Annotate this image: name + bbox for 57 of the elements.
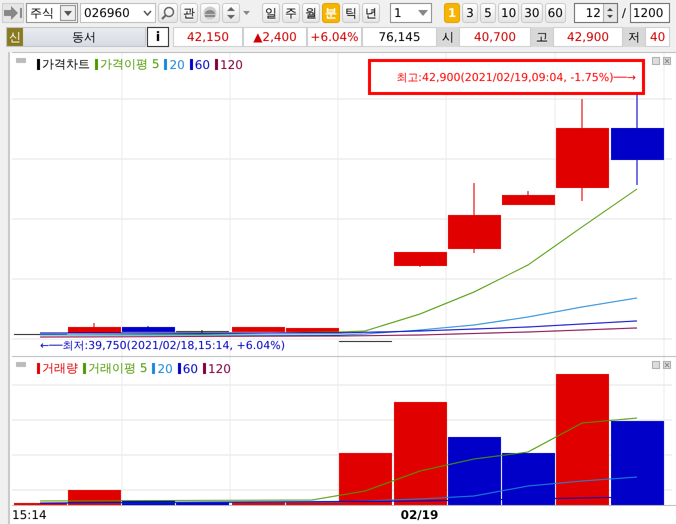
up-down-button[interactable] xyxy=(222,3,240,23)
high-price-annotation: 최고:42,900(2021/02/19,09:04, -1.75%)──→ xyxy=(368,59,645,95)
legend-label: 120 xyxy=(220,58,243,72)
price-change: ▲2,400 xyxy=(243,27,307,47)
dropdown-arrow-icon[interactable] xyxy=(415,10,431,16)
period-tab[interactable]: 주 xyxy=(282,3,300,23)
legend-label: 20 xyxy=(157,362,173,376)
open-label: 시 xyxy=(437,27,459,47)
status-badge: 신 xyxy=(7,28,23,46)
period-tab[interactable]: 틱 xyxy=(342,3,360,23)
low-price-annotation: ←──최저:39,750(2021/02/18,15:14, +6.04%) xyxy=(40,338,285,353)
interval-button[interactable]: 60 xyxy=(544,3,566,23)
interval-button[interactable]: 5 xyxy=(480,3,496,23)
spin-arrows-icon[interactable] xyxy=(602,4,617,22)
count-select[interactable]: 1 xyxy=(390,3,432,23)
dome-icon[interactable] xyxy=(200,3,220,23)
legend-label: 120 xyxy=(208,362,231,376)
legend-label: 20 xyxy=(169,58,185,72)
legend-label: 거래이평 5 xyxy=(88,360,148,377)
search-button[interactable] xyxy=(158,3,178,23)
panel-controls-icon[interactable] xyxy=(652,361,672,369)
axis-label: 02/19 xyxy=(400,508,438,522)
period-tab[interactable]: 월 xyxy=(302,3,320,23)
stock-name: 동서 xyxy=(71,28,97,46)
interval-button[interactable]: 10 xyxy=(498,3,520,23)
legend-label: 가격이평 5 xyxy=(100,56,160,73)
change-rate: +6.04% xyxy=(307,27,362,47)
low-label: 저 xyxy=(623,27,645,47)
legend-label: 거래량 xyxy=(42,360,78,377)
stock-name-field[interactable]: 신 동서 xyxy=(6,27,146,47)
high-label: 고 xyxy=(531,27,553,47)
stock-code-field[interactable]: 026960 xyxy=(80,3,156,23)
period-tab[interactable]: 년 xyxy=(362,3,380,23)
market-select[interactable]: 주식 xyxy=(26,3,78,23)
period-tab[interactable]: 일 xyxy=(262,3,280,23)
up-down-arrows-icon xyxy=(226,6,236,20)
interval-button[interactable]: 30 xyxy=(521,3,543,23)
panel-handle-icon[interactable] xyxy=(16,362,26,367)
low-price: 40 xyxy=(645,27,670,47)
current-price: 42,150 xyxy=(173,27,243,47)
axis-label: 15:14 xyxy=(12,508,47,522)
legend-label: 60 xyxy=(194,58,210,72)
candlestick xyxy=(339,340,392,342)
panel-handle-icon[interactable] xyxy=(16,58,26,63)
zoom-field[interactable]: 12 xyxy=(574,3,618,23)
legend-label: 60 xyxy=(182,362,198,376)
open-price: 40,700 xyxy=(459,27,531,47)
legend-label: 가격차트 xyxy=(42,56,90,73)
info-button[interactable]: i xyxy=(147,27,169,47)
total-field[interactable]: 1200 xyxy=(630,3,670,23)
interval-button[interactable]: 3 xyxy=(462,3,478,23)
caret-icon[interactable] xyxy=(242,11,250,15)
high-price: 42,900 xyxy=(553,27,623,47)
watch-button[interactable]: 관 xyxy=(180,3,198,23)
separator-text: / xyxy=(622,6,626,20)
volume-value: 76,145 xyxy=(362,27,437,47)
panel-controls-icon[interactable] xyxy=(652,57,672,65)
